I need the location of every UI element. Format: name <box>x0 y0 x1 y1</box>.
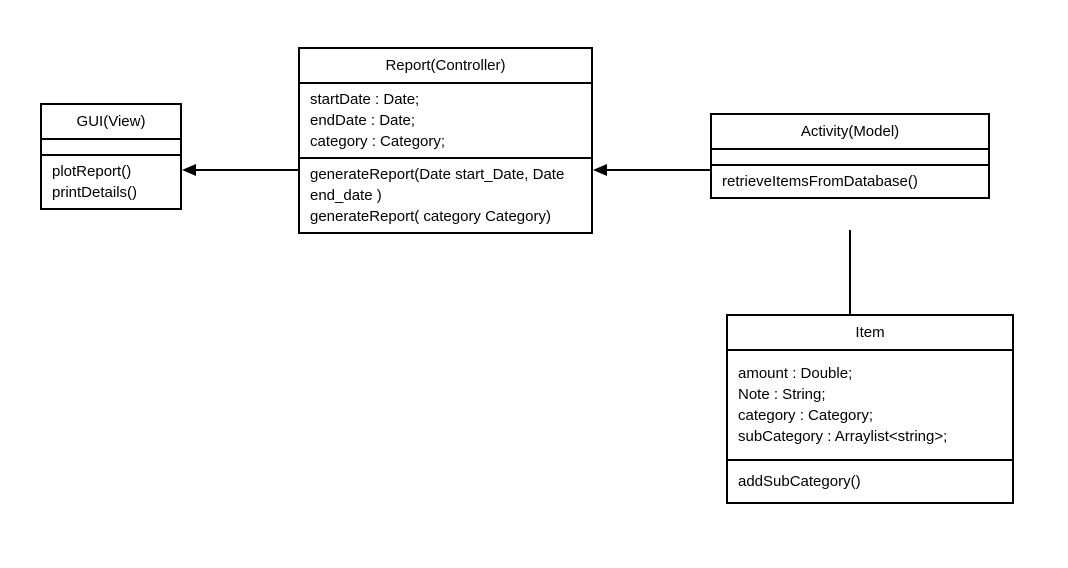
class-methods: retrieveItemsFromDatabase() <box>712 166 988 197</box>
method: generateReport(Date start_Date, Date end… <box>310 164 581 206</box>
attribute: category : Category; <box>738 405 1002 426</box>
class-methods: addSubCategory() <box>728 461 1012 502</box>
method: printDetails() <box>52 182 170 203</box>
method: generateReport( category Category) <box>310 206 581 227</box>
class-activity-model: Activity(Model) retrieveItemsFromDatabas… <box>710 113 990 199</box>
class-title: Activity(Model) <box>712 115 988 150</box>
connector-report-to-gui <box>182 160 300 180</box>
class-title: Item <box>728 316 1012 351</box>
attribute: Note : String; <box>738 384 1002 405</box>
method: addSubCategory() <box>738 471 1002 492</box>
attribute: startDate : Date; <box>310 89 581 110</box>
attribute: endDate : Date; <box>310 110 581 131</box>
class-attributes-empty <box>712 150 988 166</box>
class-gui-view: GUI(View) plotReport() printDetails() <box>40 103 182 210</box>
class-methods: plotReport() printDetails() <box>42 156 180 208</box>
class-attributes: amount : Double; Note : String; category… <box>728 351 1012 461</box>
class-attributes: startDate : Date; endDate : Date; catego… <box>300 84 591 159</box>
attribute: amount : Double; <box>738 363 1002 384</box>
class-title: Report(Controller) <box>300 49 591 84</box>
class-report-controller: Report(Controller) startDate : Date; end… <box>298 47 593 234</box>
class-title: GUI(View) <box>42 105 180 140</box>
class-methods: generateReport(Date start_Date, Date end… <box>300 159 591 232</box>
class-attributes-empty <box>42 140 180 156</box>
method: retrieveItemsFromDatabase() <box>722 171 978 192</box>
attribute: category : Category; <box>310 131 581 152</box>
attribute: subCategory : Arraylist<string>; <box>738 426 1002 447</box>
connector-activity-to-item <box>845 230 855 316</box>
method: plotReport() <box>52 161 170 182</box>
connector-activity-to-report <box>593 160 712 180</box>
class-item: Item amount : Double; Note : String; cat… <box>726 314 1014 504</box>
